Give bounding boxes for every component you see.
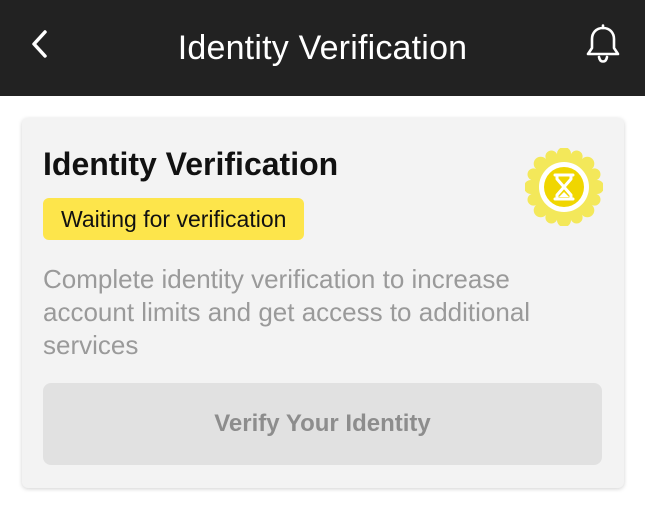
page-title: Identity Verification — [177, 28, 468, 67]
chevron-left-icon — [32, 30, 47, 58]
verification-card: Identity Verification Waiting for verifi… — [22, 118, 624, 488]
bell-icon — [586, 24, 620, 63]
description-text: Complete identity verification to increa… — [43, 264, 531, 360]
back-button[interactable] — [24, 26, 56, 62]
app-bar: Identity Verification — [0, 0, 645, 96]
hourglass-seal-icon — [525, 148, 603, 226]
card-title: Identity Verification — [43, 146, 339, 182]
verify-identity-button[interactable]: Verify Your Identity — [43, 383, 602, 465]
status-badge: Waiting for verification — [43, 198, 305, 240]
notifications-button[interactable] — [583, 22, 623, 66]
